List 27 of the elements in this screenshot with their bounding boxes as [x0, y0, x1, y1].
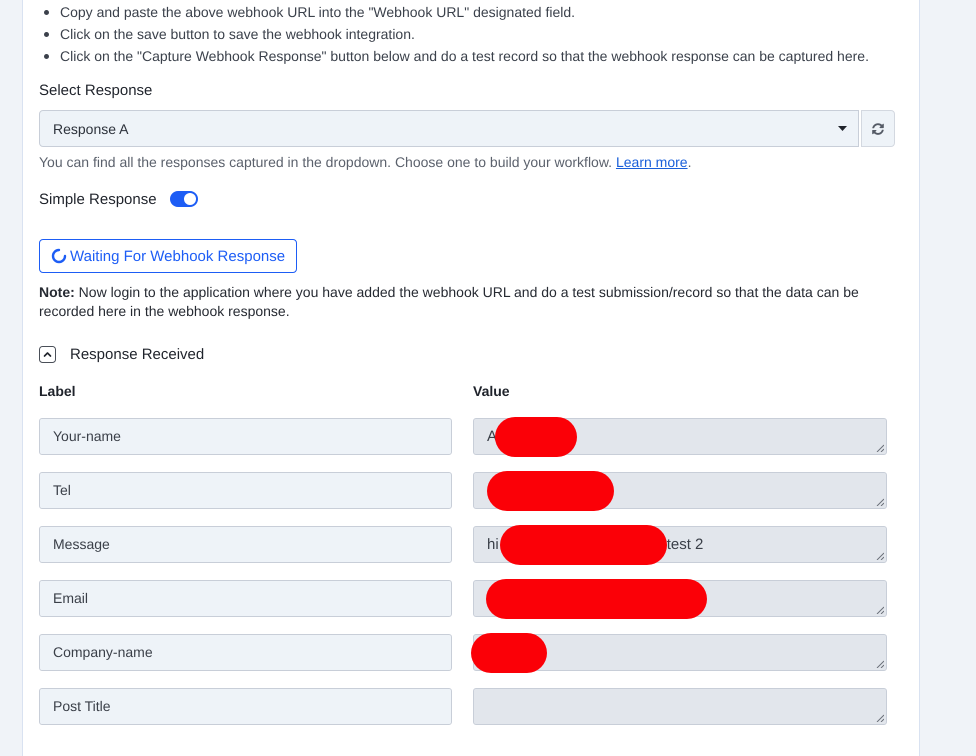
response-select[interactable]: Response A	[39, 110, 859, 147]
instruction-text: Copy and paste the above webhook URL into the "Webhook URL" designated field.	[60, 4, 576, 20]
label-field[interactable]: Message	[39, 526, 452, 563]
bullet-icon	[44, 54, 49, 58]
toggle-label: Simple Response	[39, 190, 157, 208]
instruction-text: Click on the "Capture Webhook Response" button below and do a test record so that the webhook response can be captured here.	[60, 48, 869, 64]
refresh-button[interactable]	[861, 110, 895, 147]
label-field[interactable]: Post Title	[39, 688, 452, 725]
note-text: Note: Now login to the application where you have added the webhook URL and do a test submission/record so that the data can be recorded here in the webhook response.	[39, 283, 860, 321]
bullet-icon	[44, 10, 49, 14]
instruction-text: Click on the save button to save the webhook integration.	[60, 26, 415, 42]
help-text: You can find all the responses captured in the dropdown. Choose one to build your workflow. Learn more.	[39, 153, 692, 172]
learn-more-link[interactable]: Learn more	[616, 154, 688, 170]
label-field[interactable]: Email	[39, 580, 452, 617]
column-header: Label	[39, 382, 77, 401]
label-field[interactable]: Company-name	[39, 634, 452, 671]
label-field[interactable]: Your-name	[39, 418, 452, 455]
section-title: Response Received	[70, 346, 204, 362]
bullet-icon	[44, 32, 49, 36]
field-label: Select Response	[39, 81, 154, 101]
caret-icon	[838, 126, 847, 131]
chevron-up-icon[interactable]	[39, 346, 56, 362]
simple-response-toggle[interactable]	[170, 191, 198, 207]
column-header: Value	[473, 382, 511, 401]
label-field[interactable]: Tel	[39, 472, 452, 509]
refresh-icon	[872, 122, 884, 134]
capture-response-button[interactable]: Waiting For Webhook Response	[39, 239, 298, 273]
